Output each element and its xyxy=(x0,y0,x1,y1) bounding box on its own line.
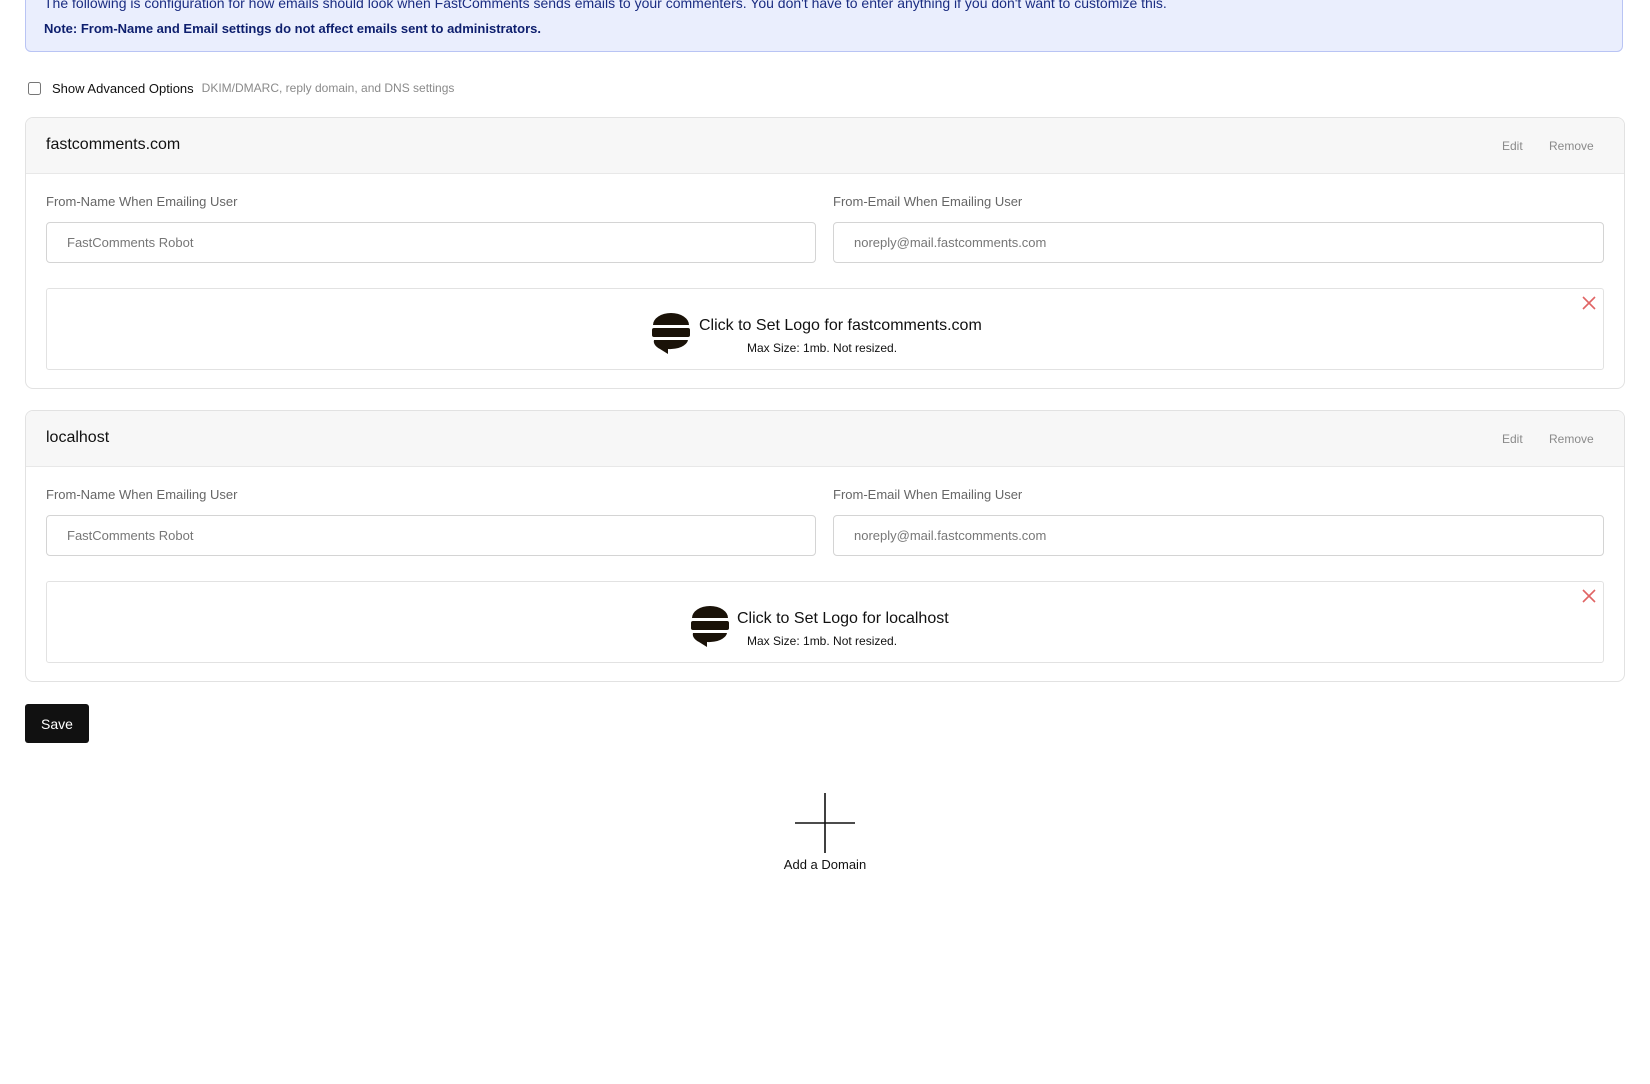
add-domain-label: Add a Domain xyxy=(783,857,867,872)
domain-card: fastcomments.com Edit Remove From-Name W… xyxy=(25,117,1625,389)
from-name-input[interactable] xyxy=(46,515,816,556)
show-advanced-hint: DKIM/DMARC, reply domain, and DNS settin… xyxy=(201,81,455,95)
set-logo-button[interactable]: Click to Set Logo for fastcomments.com M… xyxy=(46,288,1604,370)
info-banner: The following is configuration for how e… xyxy=(25,0,1623,52)
from-email-label: From-Email When Emailing User xyxy=(833,487,1023,502)
from-email-input[interactable] xyxy=(833,222,1604,263)
from-name-label: From-Name When Emailing User xyxy=(46,194,238,209)
set-logo-hint: Max Size: 1mb. Not resized. xyxy=(747,634,898,648)
info-text: The following is configuration for how e… xyxy=(44,0,1167,11)
show-advanced-label[interactable]: Show Advanced Options xyxy=(52,81,194,96)
set-logo-title: Click to Set Logo for fastcomments.com xyxy=(699,317,982,334)
plus-icon xyxy=(795,793,855,853)
domain-card-header: localhost Edit Remove xyxy=(26,411,1624,467)
remove-domain-button[interactable]: Remove xyxy=(1549,139,1594,153)
show-advanced-checkbox[interactable] xyxy=(28,81,41,95)
remove-domain-button[interactable]: Remove xyxy=(1549,432,1594,446)
add-domain-button[interactable]: Add a Domain xyxy=(775,790,875,876)
set-logo-button[interactable]: Click to Set Logo for localhost Max Size… xyxy=(46,581,1604,663)
domain-name: localhost xyxy=(46,429,110,446)
domain-card-header: fastcomments.com Edit Remove xyxy=(26,118,1624,174)
fastcomments-logo-icon xyxy=(652,313,690,354)
fastcomments-logo-icon xyxy=(691,606,729,647)
domain-name: fastcomments.com xyxy=(46,136,181,153)
from-email-input[interactable] xyxy=(833,515,1604,556)
from-email-label: From-Email When Emailing User xyxy=(833,194,1023,209)
set-logo-title: Click to Set Logo for localhost xyxy=(737,610,949,627)
close-icon[interactable] xyxy=(1581,295,1597,311)
info-note: Note: From-Name and Email settings do no… xyxy=(44,21,541,36)
from-name-label: From-Name When Emailing User xyxy=(46,487,238,502)
set-logo-hint: Max Size: 1mb. Not resized. xyxy=(747,341,898,355)
from-name-input[interactable] xyxy=(46,222,816,263)
advanced-options-row: Show Advanced Options DKIM/DMARC, reply … xyxy=(28,79,454,97)
save-button[interactable]: Save xyxy=(25,704,89,743)
edit-domain-button[interactable]: Edit xyxy=(1502,432,1523,446)
close-icon[interactable] xyxy=(1581,588,1597,604)
domain-card: localhost Edit Remove From-Name When Ema… xyxy=(25,410,1625,682)
edit-domain-button[interactable]: Edit xyxy=(1502,139,1523,153)
